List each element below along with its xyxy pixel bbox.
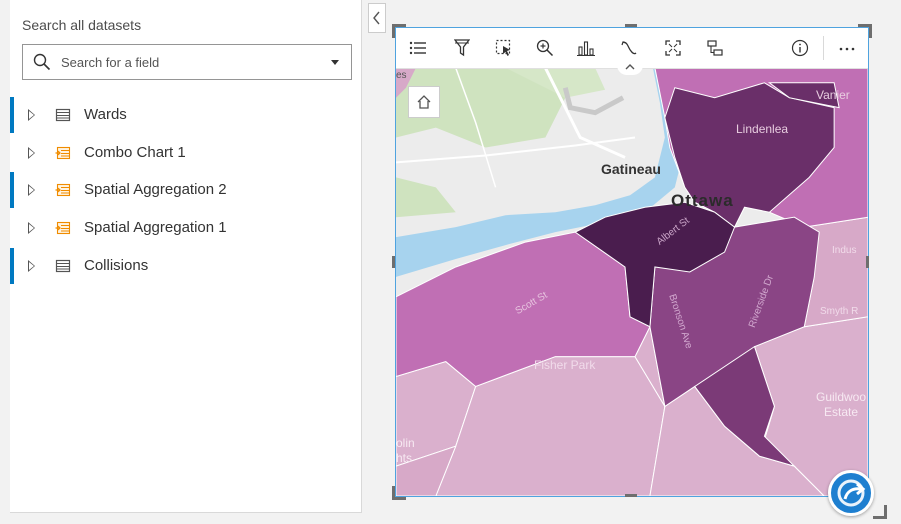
expand-icon[interactable]	[28, 109, 35, 121]
dataset-item-spatial-aggregation-2[interactable]: Spatial Aggregation 2	[10, 172, 350, 208]
select-icon[interactable]	[492, 36, 516, 60]
dataset-label: Combo Chart 1	[84, 144, 186, 161]
map-label-indus: Indus	[832, 245, 857, 256]
default-extent-button[interactable]	[408, 86, 440, 118]
more-icon[interactable]	[835, 36, 859, 60]
selection-indicator	[10, 172, 14, 208]
resize-corner-top-left[interactable]	[392, 24, 406, 38]
dataset-item-collisions[interactable]: Collisions	[10, 248, 350, 284]
chevron-down-icon[interactable]	[331, 60, 339, 65]
chevron-left-icon	[373, 11, 380, 25]
share-arrow-icon	[837, 479, 866, 507]
dataset-label: Spatial Aggregation 1	[84, 219, 227, 236]
chevron-up-icon	[625, 64, 635, 70]
resize-handle-left[interactable]	[392, 256, 395, 268]
layer-options-icon[interactable]	[703, 36, 727, 60]
zoom-icon[interactable]	[533, 36, 557, 60]
dataset-item-combo-chart-1[interactable]: Combo Chart 1	[10, 135, 350, 171]
result-dataset-icon	[55, 182, 71, 198]
map-label-olin: olin	[396, 436, 415, 450]
collapse-toolbar-button[interactable]	[617, 59, 643, 75]
flip-card-icon[interactable]	[617, 36, 641, 60]
map-label-lindenlea: Lindenlea	[736, 122, 789, 136]
expand-icon[interactable]	[28, 147, 35, 159]
resize-corner-bottom-left[interactable]	[392, 486, 406, 500]
resize-handle-top[interactable]	[625, 24, 637, 27]
resize-handle-bottom[interactable]	[625, 494, 637, 497]
collapse-pane-button[interactable]	[368, 3, 386, 33]
search-icon	[33, 53, 51, 76]
data-pane-title: Search all datasets	[22, 17, 142, 33]
dataset-label: Spatial Aggregation 2	[84, 181, 227, 198]
choropleth-map[interactable]	[396, 28, 868, 496]
resize-corner-bottom-right[interactable]	[873, 505, 887, 519]
map-label-es: es	[396, 70, 407, 81]
resize-handle-right[interactable]	[866, 256, 869, 268]
dataset-item-spatial-aggregation-1[interactable]: Spatial Aggregation 1	[10, 210, 350, 246]
dataset-label: Collisions	[84, 257, 149, 274]
map-label-gatineau: Gatineau	[601, 161, 661, 177]
expand-icon[interactable]	[28, 222, 35, 234]
legend-icon[interactable]	[406, 36, 430, 60]
dataset-item-wards[interactable]: Wards	[10, 97, 350, 133]
map-card[interactable]: Gatineau Ottawa Vanier Lindenlea Albert …	[395, 27, 869, 497]
resize-corner-top-right[interactable]	[858, 24, 872, 38]
search-input[interactable]	[61, 51, 311, 73]
info-icon[interactable]	[788, 36, 812, 60]
map-label-estate: Estate	[824, 405, 859, 419]
field-search-box[interactable]	[22, 44, 352, 80]
map-label-guildwood: Guildwoo	[816, 390, 867, 404]
result-dataset-icon	[55, 145, 71, 161]
visualization-type-icon[interactable]	[574, 36, 598, 60]
expand-icon[interactable]	[28, 260, 35, 272]
map-label-vanier: Vanier	[816, 88, 850, 102]
filter-icon[interactable]	[450, 36, 474, 60]
map-label-smyth-rd: Smyth R	[820, 306, 859, 317]
maximize-icon[interactable]	[661, 36, 685, 60]
home-icon	[417, 95, 431, 109]
selection-indicator	[10, 97, 14, 133]
map-label-hts: hts	[396, 451, 413, 465]
share-button[interactable]	[828, 470, 874, 516]
map-label-fisher-park: Fisher Park	[534, 358, 596, 372]
result-dataset-icon	[55, 220, 71, 236]
map-label-ottawa: Ottawa	[671, 191, 734, 210]
selection-indicator	[10, 248, 14, 284]
table-icon	[55, 258, 71, 274]
data-pane: Search all datasets Wards Combo Chart 1 …	[10, 0, 362, 513]
dataset-label: Wards	[84, 106, 127, 123]
toolbar-divider	[823, 36, 824, 60]
table-icon	[55, 107, 71, 123]
expand-icon[interactable]	[28, 184, 35, 196]
